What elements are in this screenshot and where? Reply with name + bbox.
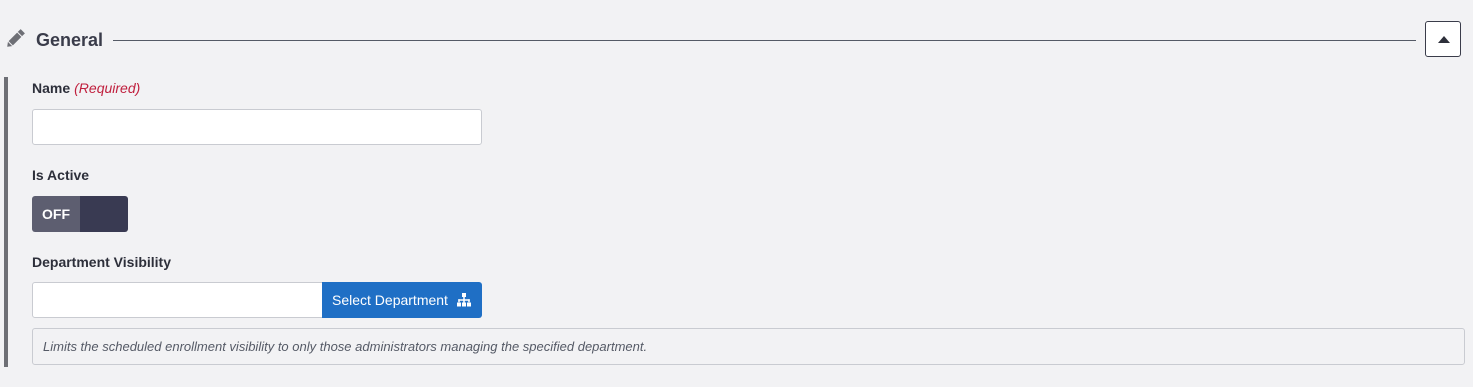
pencil-icon (7, 29, 25, 47)
section-header: General (0, 20, 1473, 60)
toggle-state-label: OFF (32, 196, 80, 232)
required-indicator: (Required) (74, 80, 141, 96)
name-label-text: Name (32, 80, 71, 96)
select-department-button[interactable]: Select Department (322, 282, 482, 318)
department-input[interactable] (32, 282, 323, 318)
sitemap-icon (457, 293, 471, 307)
collapse-section-button[interactable] (1425, 21, 1461, 57)
header-divider (113, 40, 1416, 41)
caret-up-icon (1438, 36, 1450, 43)
select-department-label: Select Department (332, 292, 448, 308)
department-help-text: Limits the scheduled enrollment visibili… (32, 328, 1465, 365)
toggle-knob (80, 196, 128, 232)
section-body: Name (Required) Is Active OFF Department … (4, 77, 1468, 367)
name-input[interactable] (32, 109, 482, 145)
department-input-group: Select Department (32, 282, 482, 318)
section-title: General (36, 30, 104, 50)
is-active-toggle[interactable]: OFF (32, 196, 128, 232)
is-active-label: Is Active (32, 167, 90, 183)
name-label: Name (Required) (32, 79, 140, 97)
page: General Name (Required) Is Active OFF Dep… (0, 0, 1473, 387)
department-visibility-label: Department Visibility (32, 254, 172, 270)
